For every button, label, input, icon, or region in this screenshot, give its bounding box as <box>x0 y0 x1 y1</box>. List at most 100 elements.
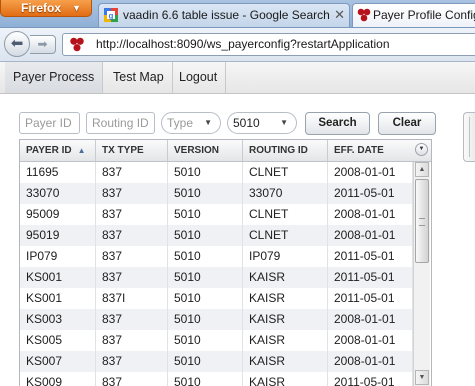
search-button[interactable]: Search <box>305 112 370 135</box>
cell-routing-id: KAISR <box>243 330 328 351</box>
cell-version: 5010 <box>168 246 243 267</box>
version-select[interactable]: 5010 ▼ <box>227 112 297 134</box>
table-row[interactable]: 95019 837 5010 CLNET 2008-01-01 <box>20 225 413 246</box>
cell-version: 5010 <box>168 204 243 225</box>
cell-payer-id: IP079 <box>20 246 96 267</box>
column-header-routing-id[interactable]: ROUTING ID <box>243 140 328 161</box>
cell-eff-date: 2008-01-01 <box>328 351 413 372</box>
browser-tab-google-search[interactable]: g vaadin 6.6 table issue - Google Search… <box>98 3 350 27</box>
scrollbar-thumb[interactable] <box>415 179 429 263</box>
cell-tx-type: 837 <box>96 267 168 288</box>
version-select-value: 5010 <box>233 116 260 130</box>
cell-tx-type: 837I <box>96 288 168 309</box>
cell-eff-date: 2008-01-01 <box>328 162 413 183</box>
cell-routing-id: KAISR <box>243 372 328 386</box>
arrow-left-icon: ⬅ <box>10 35 24 52</box>
column-header-eff-date[interactable]: EFF. DATE ▼ <box>328 140 431 161</box>
cell-payer-id: 95019 <box>20 225 96 246</box>
menu-item-logout[interactable]: Logout <box>171 62 227 93</box>
table-row[interactable]: 95009 837 5010 CLNET 2008-01-01 <box>20 204 413 225</box>
cell-payer-id: KS001 <box>20 288 96 309</box>
svg-text:g: g <box>109 12 114 21</box>
menu-item-label: Test Map <box>113 70 164 84</box>
cell-version: 5010 <box>168 267 243 288</box>
table-scrollbar[interactable]: ▲ ▼ <box>413 162 430 386</box>
menu-item-payer-process[interactable]: Payer Process <box>5 62 104 93</box>
close-icon[interactable]: ✕ <box>334 4 345 26</box>
column-header-version[interactable]: VERSION <box>168 140 243 161</box>
scroll-down-icon[interactable]: ▼ <box>415 370 429 385</box>
cell-tx-type: 837 <box>96 204 168 225</box>
column-selector-icon[interactable]: ▼ <box>415 143 428 156</box>
forward-button[interactable]: ➡ <box>30 35 56 54</box>
chevron-down-icon: ▼ <box>72 3 81 13</box>
routing-id-input[interactable] <box>86 112 155 134</box>
cell-eff-date: 2008-01-01 <box>328 204 413 225</box>
browser-navigation-bar: ⬅ ➡ http://localhost:8090/ws_payerconfig… <box>0 28 475 62</box>
column-header-tx-type[interactable]: TX TYPE <box>96 140 168 161</box>
browser-tab-title: Payer Profile Configurator <box>373 8 475 22</box>
browser-tab-title: vaadin 6.6 table issue - Google Search <box>123 8 330 22</box>
cell-tx-type: 837 <box>96 309 168 330</box>
cell-eff-date: 2011-05-01 <box>328 183 413 204</box>
table-row[interactable]: IP079 837 5010 IP079 2011-05-01 <box>20 246 413 267</box>
scroll-up-icon[interactable]: ▲ <box>415 162 429 177</box>
cell-payer-id: 95009 <box>20 204 96 225</box>
browser-tab-payer-profile[interactable]: Payer Profile Configurator <box>352 3 475 27</box>
table-row[interactable]: KS001 837I 5010 KAISR 2011-05-01 <box>20 288 413 309</box>
cell-version: 5010 <box>168 183 243 204</box>
cell-version: 5010 <box>168 162 243 183</box>
column-header-label: VERSION <box>174 145 220 156</box>
column-header-payer-id[interactable]: PAYER ID ▲ <box>20 140 96 161</box>
table-row[interactable]: 33070 837 5010 33070 2011-05-01 <box>20 183 413 204</box>
cell-routing-id: KAISR <box>243 267 328 288</box>
cell-tx-type: 837 <box>96 330 168 351</box>
type-select[interactable]: Type ▼ <box>161 112 221 134</box>
cell-tx-type: 837 <box>96 183 168 204</box>
vaadin-app-icon <box>70 37 84 52</box>
cell-version: 5010 <box>168 309 243 330</box>
address-bar-url: http://localhost:8090/ws_payerconfig?res… <box>96 37 390 51</box>
menu-item-test-map[interactable]: Test Map <box>105 62 173 93</box>
firefox-menu-label: Firefox <box>21 1 62 15</box>
firefox-menu-button[interactable]: Firefox ▼ <box>0 0 92 17</box>
table-row[interactable]: KS001 837 5010 KAISR 2011-05-01 <box>20 267 413 288</box>
cell-eff-date: 2008-01-01 <box>328 225 413 246</box>
address-bar[interactable]: http://localhost:8090/ws_payerconfig?res… <box>62 33 475 56</box>
side-panel-handle[interactable] <box>463 112 475 162</box>
cell-version: 5010 <box>168 372 243 386</box>
table-row[interactable]: KS005 837 5010 KAISR 2008-01-01 <box>20 330 413 351</box>
table-row[interactable]: 11695 837 5010 CLNET 2008-01-01 <box>20 162 413 183</box>
clear-button-label: Clear <box>392 117 422 129</box>
clear-button[interactable]: Clear <box>378 112 436 135</box>
cell-tx-type: 837 <box>96 162 168 183</box>
table-row[interactable]: KS009 837 5010 KAISR 2011-05-01 <box>20 372 413 386</box>
table-row[interactable]: KS003 837 5010 KAISR 2008-01-01 <box>20 309 413 330</box>
cell-routing-id: KAISR <box>243 288 328 309</box>
table-row[interactable]: KS007 837 5010 KAISR 2008-01-01 <box>20 351 413 372</box>
menu-item-label: Logout <box>179 70 218 84</box>
cell-eff-date: 2011-05-01 <box>328 372 413 386</box>
google-icon: g <box>104 8 118 22</box>
cell-payer-id: KS005 <box>20 330 96 351</box>
cell-routing-id: 33070 <box>243 183 328 204</box>
back-button[interactable]: ⬅ <box>4 31 30 57</box>
table-header: PAYER ID ▲ TX TYPE VERSION ROUTING ID EFF… <box>20 140 431 162</box>
arrow-right-icon: ➡ <box>37 37 48 51</box>
search-button-label: Search <box>318 117 357 129</box>
chevron-down-icon: ▼ <box>280 118 288 127</box>
column-header-label: EFF. DATE <box>334 145 384 156</box>
browser-tab-strip: Firefox ▼ g vaadin 6.6 table issue - Goo… <box>0 0 475 28</box>
cell-payer-id: KS009 <box>20 372 96 386</box>
chevron-down-icon: ▼ <box>204 118 212 127</box>
cell-eff-date: 2008-01-01 <box>328 309 413 330</box>
cell-tx-type: 837 <box>96 372 168 386</box>
cell-payer-id: 33070 <box>20 183 96 204</box>
cell-eff-date: 2008-01-01 <box>328 330 413 351</box>
payer-table: PAYER ID ▲ TX TYPE VERSION ROUTING ID EFF… <box>19 139 432 386</box>
cell-eff-date: 2011-05-01 <box>328 288 413 309</box>
payer-id-input[interactable] <box>19 112 80 134</box>
cell-routing-id: CLNET <box>243 204 328 225</box>
app-menu-bar: Payer Process Test Map Logout <box>0 62 475 94</box>
cell-payer-id: 11695 <box>20 162 96 183</box>
